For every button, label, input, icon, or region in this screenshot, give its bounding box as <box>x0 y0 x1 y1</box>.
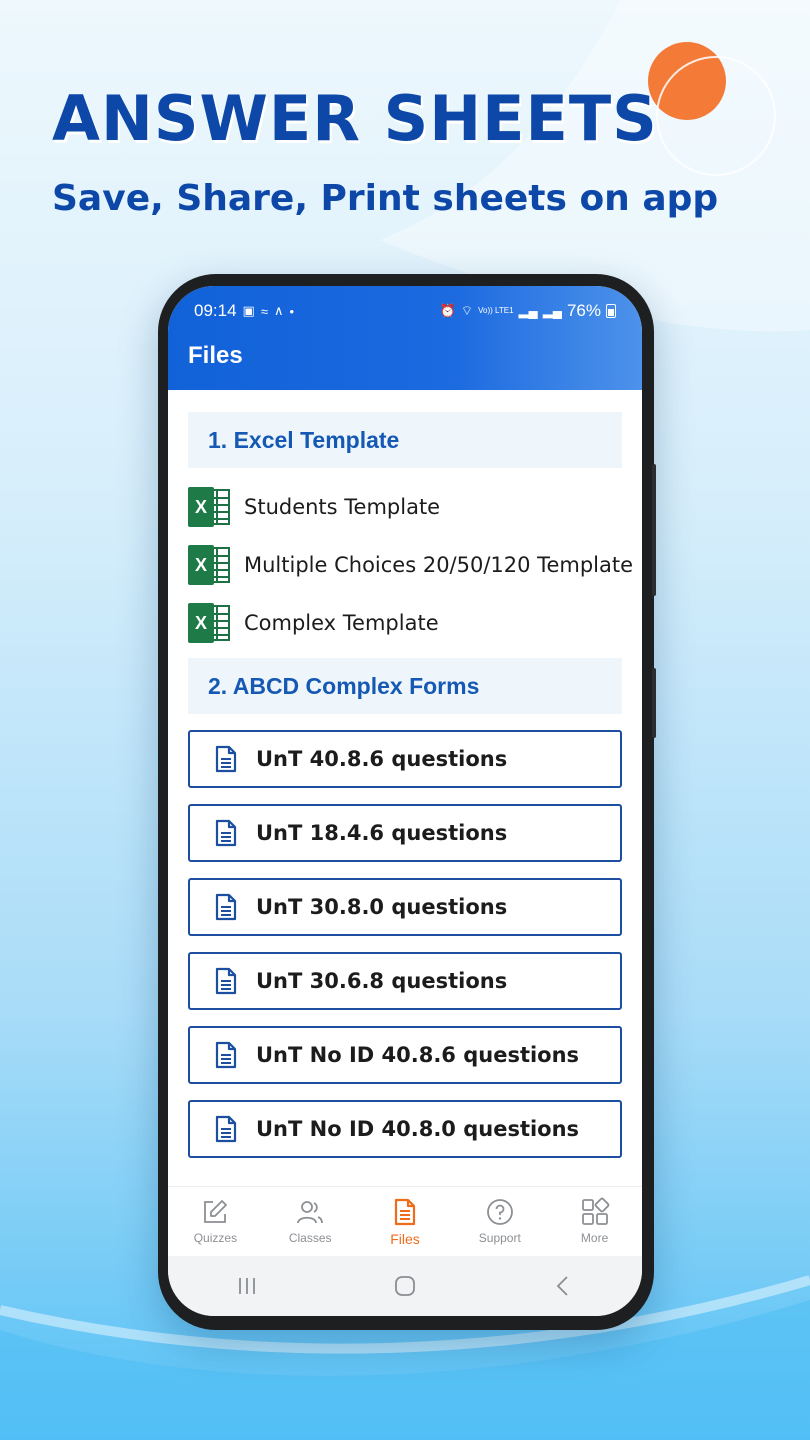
excel-icon: X <box>188 601 232 645</box>
app-notification-icon: ∧ <box>273 303 284 318</box>
battery-percent: 76% <box>566 301 601 320</box>
power-button <box>652 668 656 738</box>
excel-icon: X <box>188 543 232 587</box>
volte-indicator: Vo)) LTE1 <box>478 306 514 315</box>
users-icon <box>297 1201 324 1224</box>
template-label: Students Template <box>244 495 441 519</box>
status-time: 09:14 <box>194 301 237 320</box>
signal-2-icon: ▂▄ <box>542 303 562 318</box>
document-icon <box>215 893 237 921</box>
more-notifications-dot-icon: • <box>289 303 295 319</box>
wave-notification-icon: ≈ <box>260 303 268 319</box>
nav-item-files[interactable]: Files <box>358 1187 453 1257</box>
back-icon[interactable] <box>550 1273 576 1299</box>
bottom-navigation: Quizzes Classes Files Support More <box>168 1186 642 1257</box>
excel-template-multiple-choices[interactable]: X Multiple Choices 20/50/120 Template <box>188 542 633 588</box>
promo-subline: Save, Share, Print sheets on app <box>52 178 719 219</box>
nav-item-quizzes[interactable]: Quizzes <box>168 1187 263 1257</box>
nav-item-more[interactable]: More <box>547 1187 642 1257</box>
excel-icon: X <box>188 485 232 529</box>
page-title: Files <box>188 342 243 369</box>
system-navigation-bar <box>168 1256 642 1316</box>
form-label: UnT No ID 40.8.6 questions <box>256 1043 580 1067</box>
form-button-unt-no-id-40-8-0[interactable]: UnT No ID 40.8.0 questions <box>188 1100 622 1158</box>
files-content: 1. Excel Template X Students Template X … <box>168 390 642 1186</box>
recent-apps-icon[interactable] <box>234 1273 260 1299</box>
form-button-unt-18-4-6[interactable]: UnT 18.4.6 questions <box>188 804 622 862</box>
promo-headline: ANSWER SHEETS <box>52 82 658 155</box>
document-icon <box>215 1115 237 1143</box>
phone-frame: 09:14 ▣ ≈ ∧ • ⏰ ⌔ Vo)) LTE1 ▂▄ ▂▄ 76% Fi… <box>158 274 656 1330</box>
nav-label: Support <box>478 1231 521 1245</box>
file-icon <box>394 1198 416 1226</box>
nav-label: Classes <box>288 1231 332 1245</box>
form-label: UnT 40.8.6 questions <box>256 747 508 771</box>
app-bar: 09:14 ▣ ≈ ∧ • ⏰ ⌔ Vo)) LTE1 ▂▄ ▂▄ 76% Fi… <box>168 286 642 390</box>
document-icon <box>215 1041 237 1069</box>
form-label: UnT 30.6.8 questions <box>256 969 508 993</box>
wifi-icon: ⌔ <box>460 303 474 318</box>
form-button-unt-no-id-40-8-6[interactable]: UnT No ID 40.8.6 questions <box>188 1026 622 1084</box>
form-label: UnT No ID 40.8.0 questions <box>256 1117 580 1141</box>
nav-item-support[interactable]: Support <box>452 1187 547 1257</box>
document-icon <box>215 745 237 773</box>
home-icon[interactable] <box>392 1273 418 1299</box>
section-excel-template: 1. Excel Template <box>188 412 622 468</box>
excel-template-complex[interactable]: X Complex Template <box>188 600 439 646</box>
form-button-unt-30-6-8[interactable]: UnT 30.6.8 questions <box>188 952 622 1010</box>
document-icon <box>215 819 237 847</box>
phone-screen: 09:14 ▣ ≈ ∧ • ⏰ ⌔ Vo)) LTE1 ▂▄ ▂▄ 76% Fi… <box>168 286 642 1316</box>
pencil-square-icon <box>204 1200 228 1223</box>
image-notification-icon: ▣ <box>242 303 255 318</box>
nav-label: More <box>580 1231 609 1245</box>
question-circle-icon <box>486 1199 513 1225</box>
template-label: Complex Template <box>244 611 439 635</box>
nav-label: Quizzes <box>193 1231 238 1245</box>
form-label: UnT 18.4.6 questions <box>256 821 508 845</box>
form-label: UnT 30.8.0 questions <box>256 895 508 919</box>
ring-decoration <box>656 56 776 176</box>
battery-icon <box>606 304 616 318</box>
grid-icon <box>581 1197 609 1225</box>
status-bar: 09:14 ▣ ≈ ∧ • ⏰ ⌔ Vo)) LTE1 ▂▄ ▂▄ 76% <box>194 298 616 324</box>
nav-item-classes[interactable]: Classes <box>263 1187 358 1257</box>
document-icon <box>215 967 237 995</box>
template-label: Multiple Choices 20/50/120 Template <box>244 553 634 577</box>
form-button-unt-30-8-0[interactable]: UnT 30.8.0 questions <box>188 878 622 936</box>
signal-icon: ▂▄ <box>518 303 538 318</box>
section-abcd-complex-forms: 2. ABCD Complex Forms <box>188 658 622 714</box>
volume-button <box>652 464 656 596</box>
nav-label: Files <box>390 1231 420 1247</box>
excel-template-students[interactable]: X Students Template <box>188 484 440 530</box>
form-button-unt-40-8-6[interactable]: UnT 40.8.6 questions <box>188 730 622 788</box>
alarm-icon: ⏰ <box>439 303 456 318</box>
